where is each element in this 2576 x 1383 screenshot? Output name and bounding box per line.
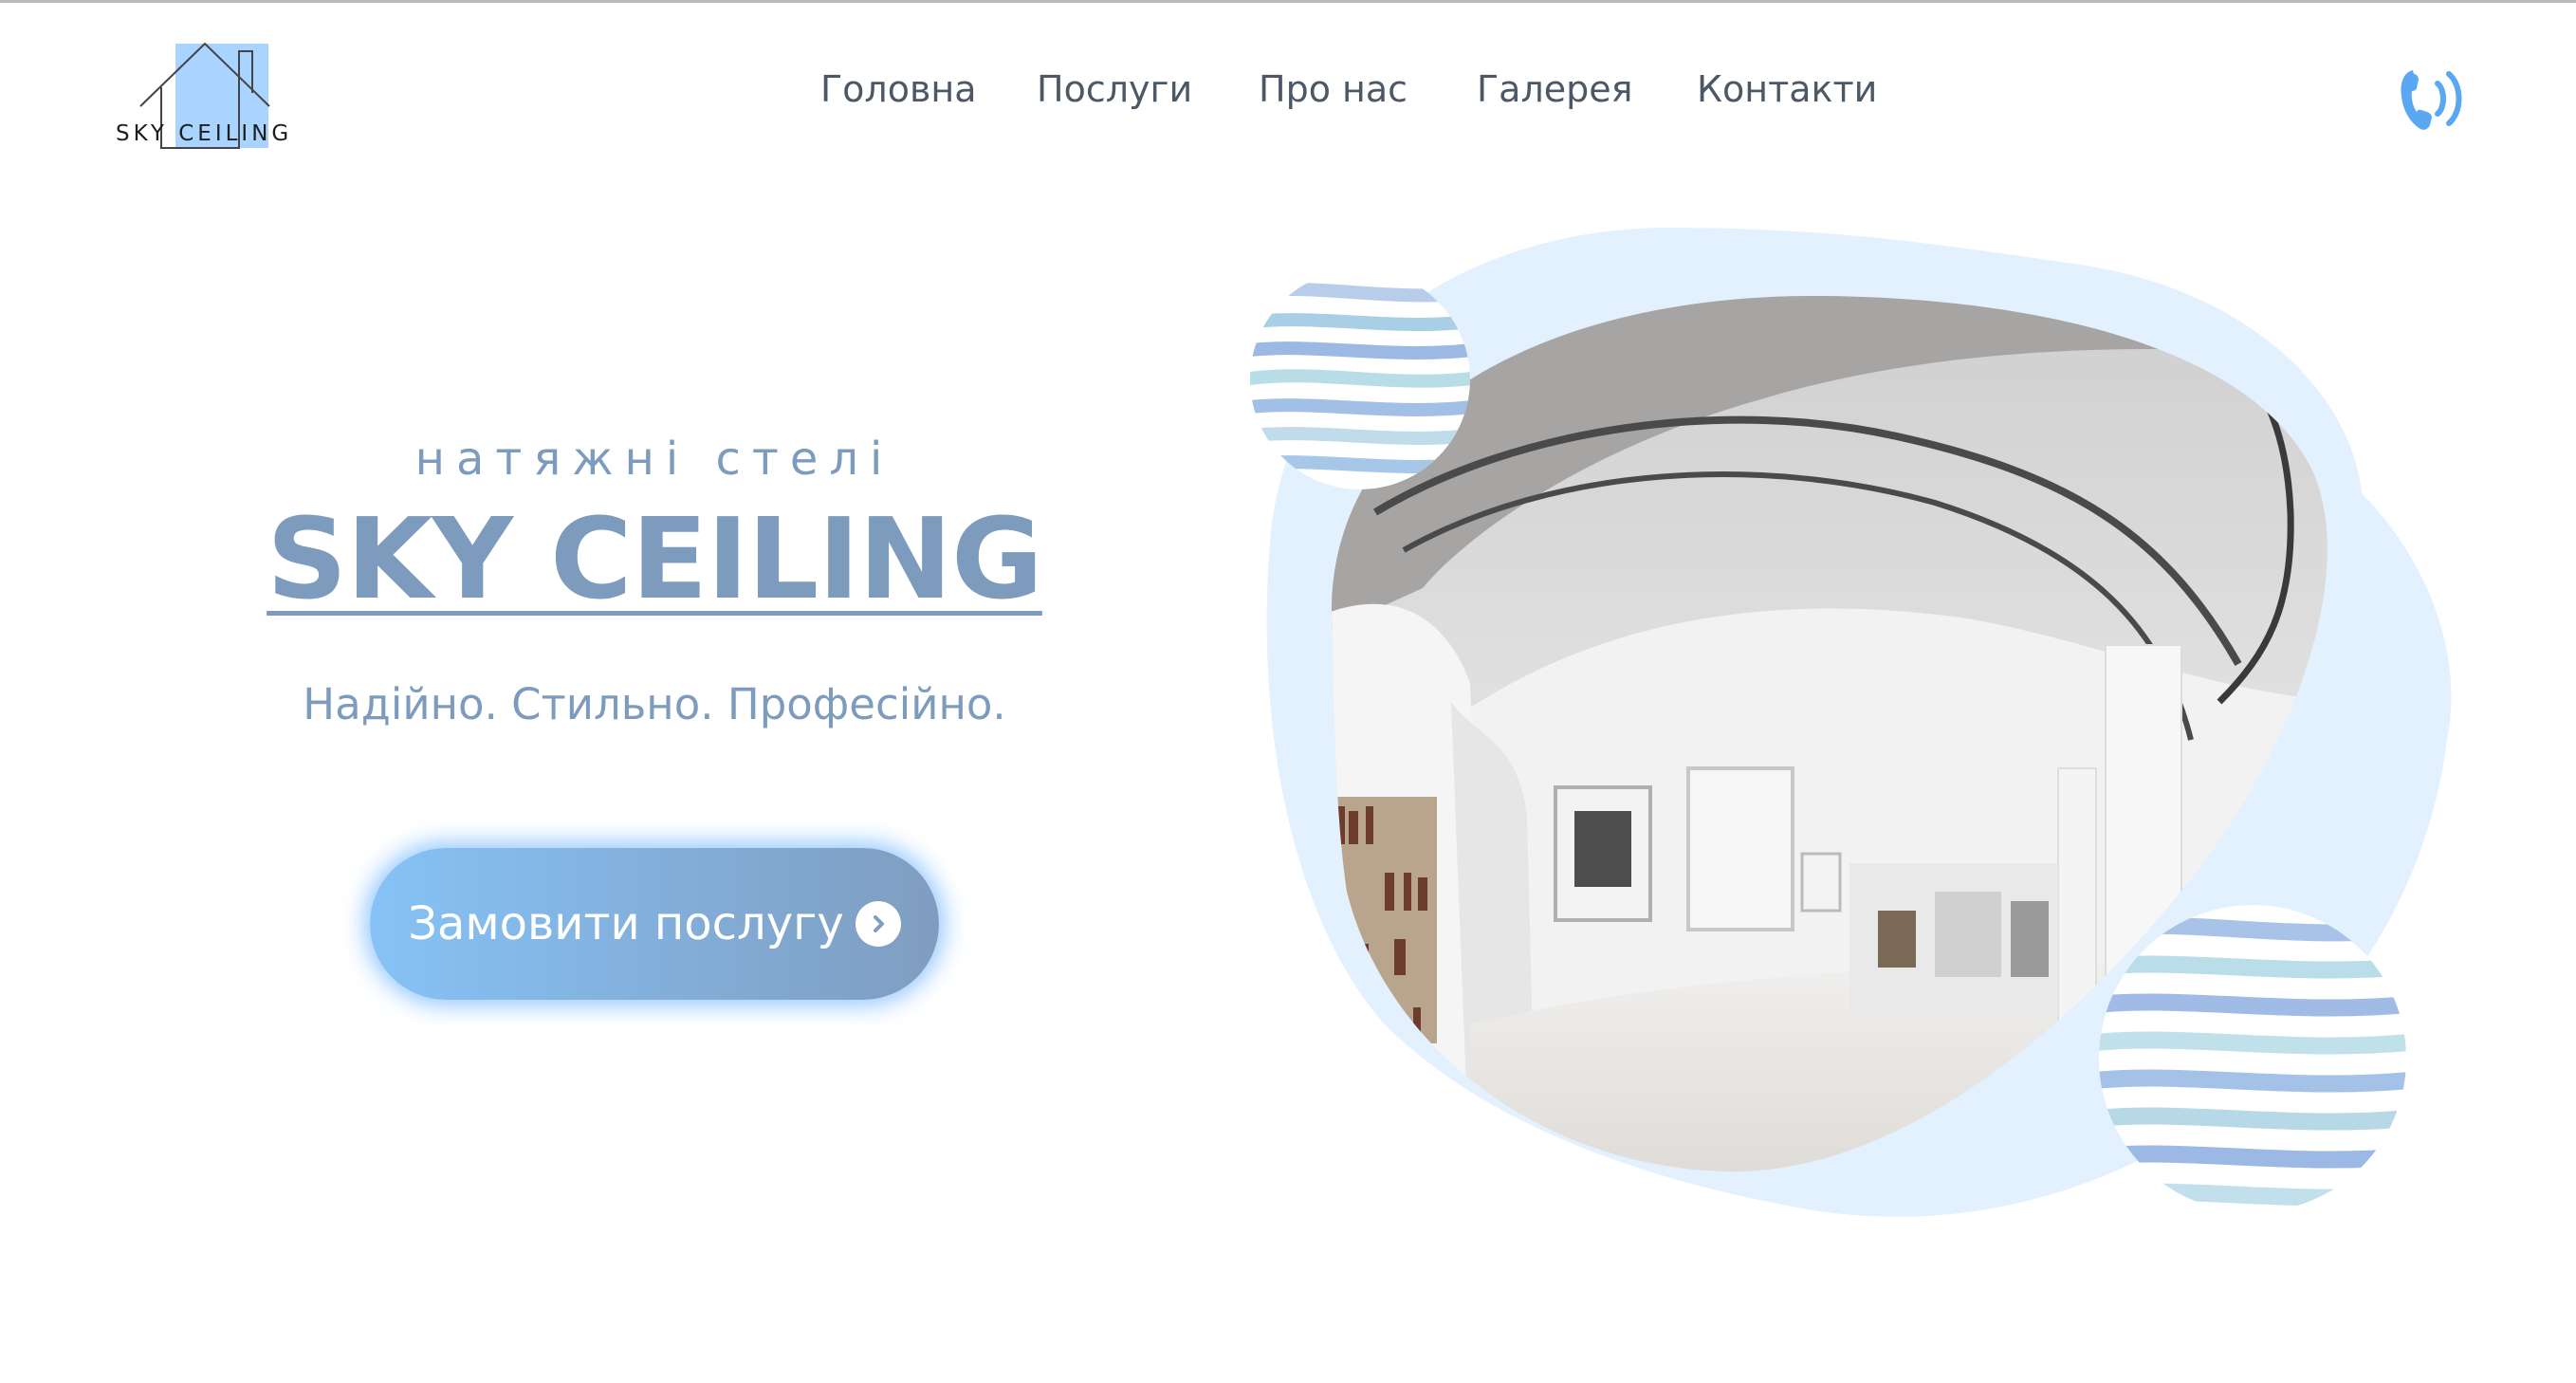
hero-subtitle: натяжні стелі bbox=[414, 433, 894, 486]
main-nav: Головна Послуги Про нас Галерея Контакти bbox=[0, 68, 2576, 125]
order-service-button[interactable]: Замовити послугу bbox=[370, 848, 939, 1000]
hero-visual bbox=[1233, 209, 2504, 1271]
nav-item-home[interactable]: Головна bbox=[820, 68, 977, 110]
nav-item-about[interactable]: Про нас bbox=[1259, 68, 1408, 110]
landing-page: SKY CEILING Головна Послуги Про нас Гале… bbox=[0, 0, 2576, 1383]
top-border bbox=[0, 0, 2576, 3]
phone-icon[interactable] bbox=[2396, 63, 2468, 135]
chevron-right-circle-icon bbox=[855, 901, 901, 947]
nav-item-contacts[interactable]: Контакти bbox=[1697, 68, 1877, 110]
hero-tagline: Надійно. Стильно. Професійно. bbox=[303, 679, 1006, 729]
hero-title[interactable]: SKY CEILING bbox=[266, 493, 1043, 624]
order-service-label: Замовити послугу bbox=[408, 897, 844, 950]
nav-item-services[interactable]: Послуги bbox=[1037, 68, 1192, 110]
nav-item-gallery[interactable]: Галерея bbox=[1477, 68, 1633, 110]
